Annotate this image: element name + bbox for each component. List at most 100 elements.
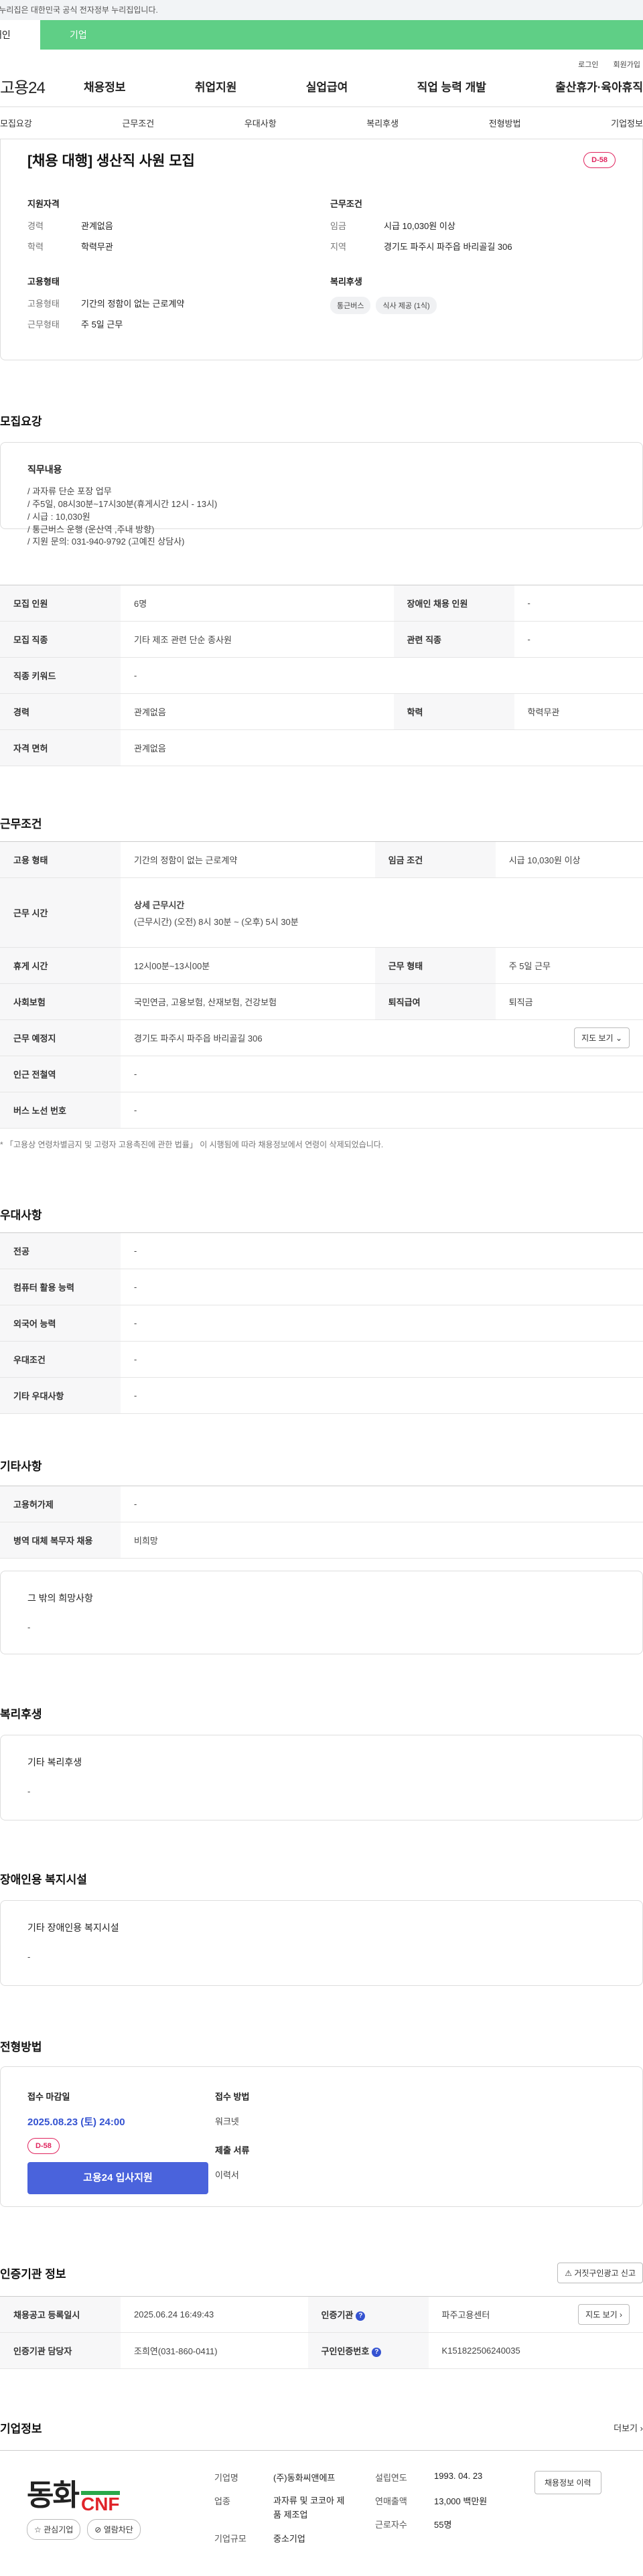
- company-value: 과자류 및 코코아 제품 제조업: [273, 2496, 345, 2520]
- report-button-label: 거짓구인광고 신고: [574, 2269, 636, 2278]
- welfare-summary-block: 복리후생 통근버스 식사 제공 (1식): [330, 275, 442, 314]
- duty-line: / 과자류 단순 포장 업무: [27, 486, 112, 496]
- duty-line: / 통근버스 운행 (운산역 ,주내 방향): [27, 524, 155, 534]
- cell-label: 퇴직급여: [374, 983, 496, 1020]
- gnb-item-support[interactable]: 취업지원: [195, 78, 237, 94]
- cell-label: 모집 인원: [0, 585, 121, 622]
- gnb-item-jobs[interactable]: 채용정보: [84, 78, 126, 94]
- tab-recruit[interactable]: 모집요강: [0, 117, 32, 129]
- cell-label: 사회보험: [0, 983, 121, 1020]
- cell-value: 학력무관: [514, 693, 643, 730]
- tab-work[interactable]: 근무조건: [122, 117, 154, 129]
- cell-value: -: [121, 1232, 643, 1269]
- cell-value: -: [121, 1092, 643, 1129]
- tab-selection[interactable]: 전형방법: [489, 117, 521, 129]
- cell-label: 근무 형태: [374, 947, 496, 984]
- etc-table: 고용허가제 - 병역 대체 복무자 채용 비희망: [0, 1486, 643, 1559]
- report-button[interactable]: ⚠ 거짓구인광고 신고: [557, 2263, 643, 2283]
- emp-value: 기간의 정함이 없는 근로계약: [81, 299, 185, 309]
- block-icon: ⊘: [94, 2525, 102, 2534]
- cond-heading: 근무조건: [330, 199, 362, 209]
- disabled-card: 기타 장애인용 복지시설 -: [0, 1900, 643, 1986]
- duty-line: / 지원 문의: 031-940-9792 (고예진 상담사): [27, 536, 185, 547]
- selection-section-title: 전형방법: [0, 2041, 42, 2054]
- info-icon[interactable]: ?: [356, 2311, 366, 2321]
- qual-value: 학력무관: [81, 242, 113, 252]
- site-logo[interactable]: 고용24: [0, 74, 84, 98]
- more-link-label: 더보기: [614, 2423, 638, 2433]
- company-key: 연매출액: [375, 2496, 407, 2506]
- more-link[interactable]: 더보기 ›: [614, 2421, 643, 2434]
- job-summary-card: [채용 대행] 생산직 사원 모집 D-58 지원자격 경력 관계없음 학력 학력무…: [0, 139, 643, 360]
- cell-value: 12시00분~13시00분: [121, 947, 375, 984]
- cell-label: 컴퓨터 활용 능력: [0, 1269, 121, 1305]
- welfare-card-heading: 기타 복리후생: [27, 1757, 82, 1768]
- emp-heading: 고용형태: [27, 277, 60, 287]
- duty-card: 직무내용 / 과자류 단순 포장 업무 / 주5일, 08시30분~17시30분…: [0, 442, 643, 547]
- cell-value: 조희연(031-860-0411): [121, 2332, 308, 2369]
- cell-label: 병역 대체 복무자 채용: [0, 1522, 121, 1559]
- employment-block: 고용형태 고용형태 기간의 정함이 없는 근로계약 근무형태 주 5일 근무: [27, 275, 184, 338]
- report-icon: ⚠: [565, 2269, 572, 2278]
- deadline-value: 2025.08.23 (토) 24:00: [27, 2117, 125, 2128]
- cell-label: 임금 조건: [374, 841, 496, 878]
- join-link[interactable]: 회원가입: [614, 59, 640, 69]
- user-type-switch: 개인 기업: [0, 20, 643, 50]
- company-logo-en: CNF: [80, 2491, 120, 2514]
- company-key: 기업규모: [214, 2533, 246, 2544]
- cell-value: 퇴직금: [495, 983, 643, 1020]
- history-button[interactable]: 채용정보 이력: [534, 2471, 601, 2494]
- cell-value: 기간의 정함이 없는 근로계약: [121, 841, 375, 878]
- favorite-button[interactable]: ☆ 관심기업: [27, 2519, 81, 2540]
- gnb-item-leave[interactable]: 출산휴가·육아휴직: [555, 78, 643, 94]
- company-key: 근로자수: [375, 2520, 407, 2530]
- map-button[interactable]: 지도 보기 ⌄: [574, 1027, 630, 1048]
- cond-value: 경기도 파주시 파주읍 바리골길 306: [384, 242, 512, 252]
- welfare-card-value: -: [27, 1786, 31, 1796]
- work-table: 고용 형태 기간의 정함이 없는 근로계약 임금 조건 시급 10,030원 이상 근…: [0, 841, 643, 1129]
- cond-key: 지역: [330, 242, 346, 252]
- etc-section-title: 기타사항: [0, 1460, 42, 1473]
- cond-value: 시급 10,030원 이상: [384, 221, 455, 231]
- map-button-label: 지도 보기: [585, 2310, 618, 2319]
- dday-badge: D-58: [583, 152, 616, 168]
- tab-welfare[interactable]: 복리후생: [366, 117, 399, 129]
- cell-label: 고용 형태: [0, 841, 121, 878]
- welfare-chip: 통근버스: [330, 297, 371, 314]
- recruit-table: 모집 인원 6명 장애인 채용 인원 - 모집 직종 기타 제조 관련 단순 종사원 관련…: [0, 585, 643, 766]
- work-place-cell: 경기도 파주시 파주읍 바리골길 306 지도 보기 ⌄: [121, 1019, 643, 1056]
- info-icon[interactable]: ?: [372, 2347, 382, 2357]
- company-tab-label: 기업: [70, 29, 87, 40]
- apply-button[interactable]: 고용24 입사지원: [27, 2162, 208, 2194]
- disabled-card-value: -: [27, 1952, 31, 1962]
- company-tab[interactable]: 기업: [40, 20, 643, 50]
- cell-value: 2025.06.24 16:49:43: [121, 2296, 308, 2333]
- other-wishes-value: -: [27, 1622, 31, 1632]
- login-link[interactable]: 로그인: [578, 59, 598, 69]
- personal-tab[interactable]: 개인: [0, 20, 40, 50]
- company-details-1: 기업명 (주)동화씨앤에프 업종 과자류 및 코코아 제품 제조업 기업규모 중소기업: [214, 2471, 347, 2545]
- job-title: [채용 대행] 생산직 사원 모집: [27, 153, 195, 169]
- recruit-section-title: 모집요강: [0, 415, 42, 428]
- gnb-item-training[interactable]: 직업 능력 개발: [417, 78, 486, 94]
- disabled-card-heading: 기타 장애인용 복지시설: [27, 1922, 119, 1933]
- agency-org-cell: 파주고용센터 지도 보기 ›: [428, 2296, 643, 2333]
- cell-label: 인근 전철역: [0, 1056, 121, 1092]
- map-button-label: 지도 보기: [581, 1033, 614, 1043]
- cell-value: 주 5일 근무: [495, 947, 643, 984]
- agency-table: 채용공고 등록일시 2025.06.24 16:49:43 인증기관? 파주고용센터 지…: [0, 2296, 643, 2369]
- agency-map-button[interactable]: 지도 보기 ›: [578, 2304, 630, 2325]
- disabled-section-title: 장애인용 복지시설: [0, 1873, 87, 1886]
- tab-company[interactable]: 기업정보: [611, 117, 643, 129]
- company-value: 13,000 백만원: [434, 2496, 488, 2506]
- gnb-item-benefit[interactable]: 실업급여: [306, 78, 348, 94]
- company-header: 기업정보 더보기 ›: [0, 2419, 643, 2436]
- cell-label: 전공: [0, 1232, 121, 1269]
- cell-value: 국민연금, 고용보험, 산재보험, 건강보험: [121, 983, 375, 1020]
- cell-value: 관계없음: [121, 729, 643, 766]
- cell-value: -: [514, 585, 643, 622]
- tab-pref[interactable]: 우대사항: [244, 117, 277, 129]
- qual-heading: 지원자격: [27, 199, 60, 209]
- dday-badge: D-58: [27, 2138, 60, 2154]
- block-button[interactable]: ⊘ 열람차단: [87, 2519, 141, 2540]
